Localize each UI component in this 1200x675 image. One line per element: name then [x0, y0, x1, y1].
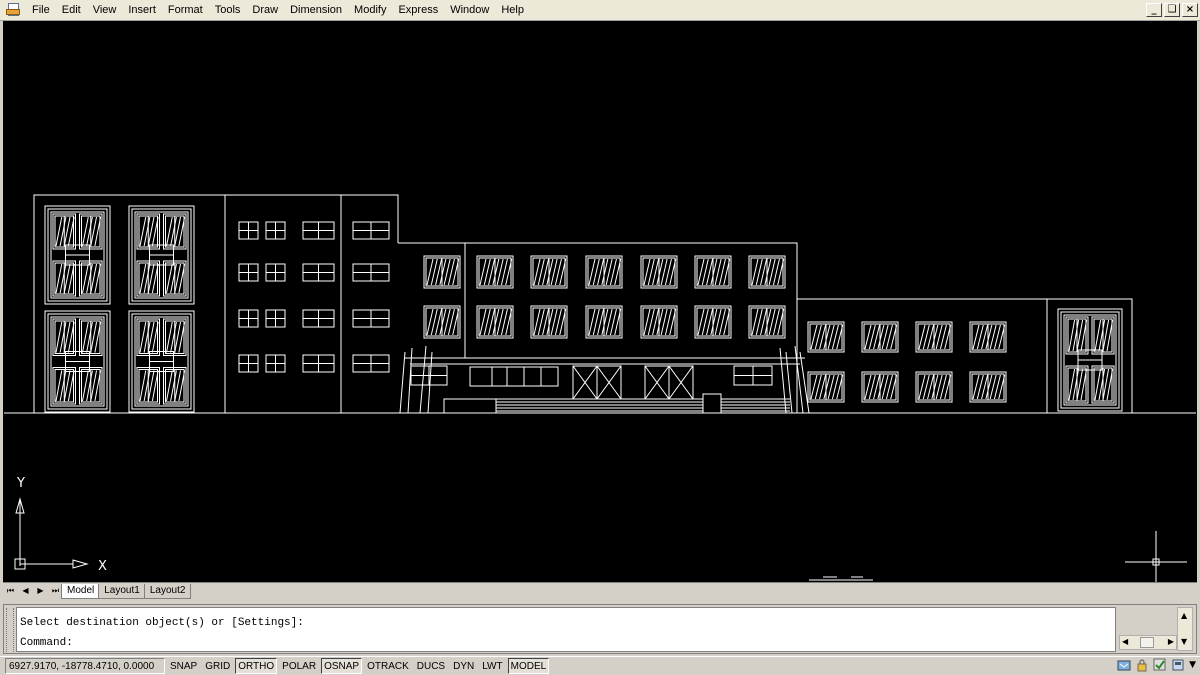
lock-icon[interactable] [1135, 658, 1149, 672]
minimize-button[interactable]: _ [1146, 3, 1162, 17]
lwt-toggle[interactable]: LWT [479, 658, 505, 674]
first-tab-button[interactable]: ⏮ [3, 584, 18, 598]
building-elevation-drawing: Y X [4, 194, 1196, 582]
drawing-viewport[interactable]: Y X [3, 21, 1197, 582]
menu-insert[interactable]: Insert [122, 0, 162, 20]
command-horizontal-scrollbar[interactable]: ◀ ▶ [1119, 635, 1177, 650]
tab-model[interactable]: Model [61, 583, 101, 599]
ortho-toggle[interactable]: ORTHO [235, 658, 278, 674]
menu-file[interactable]: File [28, 0, 56, 20]
tray-settings-icon[interactable] [1171, 658, 1185, 672]
scroll-down-icon[interactable]: ▼ [1181, 636, 1187, 648]
menu-draw[interactable]: Draw [246, 0, 284, 20]
snap-toggle[interactable]: SNAP [167, 658, 200, 674]
scroll-left-icon[interactable]: ◀ [1122, 636, 1128, 648]
command-window-grip[interactable] [6, 608, 14, 652]
menu-dimension[interactable]: Dimension [284, 0, 348, 20]
menu-express[interactable]: Express [392, 0, 444, 20]
communication-center-icon[interactable] [1117, 658, 1131, 672]
menu-view[interactable]: View [87, 0, 123, 20]
scroll-up-icon[interactable]: ▲ [1181, 610, 1187, 622]
document-window-controls: _ ❏ × [1146, 3, 1198, 17]
status-menu-icon[interactable]: ▼ [1189, 659, 1196, 671]
command-vertical-scrollbar[interactable]: ▲ ▼ [1177, 607, 1193, 651]
menu-modify[interactable]: Modify [348, 0, 392, 20]
status-bar: 6927.9170, -18778.4710, 0.0000 SNAP GRID… [0, 656, 1200, 675]
command-history-line: Select destination object(s) or [Setting… [20, 617, 304, 629]
tab-layout1[interactable]: Layout1 [98, 583, 146, 599]
restore-button[interactable]: ❏ [1164, 3, 1180, 17]
command-window: Select destination object(s) or [Setting… [3, 604, 1197, 654]
scroll-thumb[interactable] [1140, 637, 1154, 648]
menu-tools[interactable]: Tools [209, 0, 247, 20]
polar-toggle[interactable]: POLAR [279, 658, 319, 674]
menu-edit[interactable]: Edit [56, 0, 87, 20]
ucs-y-label: Y [16, 476, 25, 491]
drawing-horizontal-scrollbar[interactable] [203, 583, 1197, 599]
menu-format[interactable]: Format [162, 0, 209, 20]
grid-toggle[interactable]: GRID [202, 658, 233, 674]
otrack-toggle[interactable]: OTRACK [364, 658, 412, 674]
menu-help[interactable]: Help [495, 0, 530, 20]
menu-window[interactable]: Window [444, 0, 495, 20]
command-history[interactable]: Select destination object(s) or [Setting… [16, 607, 1116, 652]
ducs-toggle[interactable]: DUCS [414, 658, 448, 674]
layout-tab-bar: ⏮ ◀ ▶ ⏭ Model Layout1 Layout2 [3, 582, 1197, 599]
command-prompt: Command: [20, 637, 73, 649]
crosshair-cursor [1125, 531, 1187, 582]
close-button[interactable]: × [1182, 3, 1198, 17]
status-tray: ▼ [1117, 658, 1196, 672]
model-toggle[interactable]: MODEL [507, 658, 550, 674]
ucs-x-label: X [98, 559, 107, 574]
prev-tab-button[interactable]: ◀ [18, 584, 33, 598]
scroll-right-icon[interactable]: ▶ [1168, 636, 1174, 648]
trusted-path-icon[interactable] [1153, 658, 1167, 672]
coordinate-readout[interactable]: 6927.9170, -18778.4710, 0.0000 [5, 658, 165, 674]
osnap-toggle[interactable]: OSNAP [321, 658, 363, 674]
menu-bar: File Edit View Insert Format Tools Draw … [0, 0, 1200, 21]
app-icon[interactable] [6, 3, 22, 17]
scale-bar [809, 576, 873, 581]
next-tab-button[interactable]: ▶ [33, 584, 48, 598]
tab-layout2[interactable]: Layout2 [143, 583, 192, 599]
dyn-toggle[interactable]: DYN [450, 658, 477, 674]
ucs-icon: Y X [14, 476, 107, 574]
